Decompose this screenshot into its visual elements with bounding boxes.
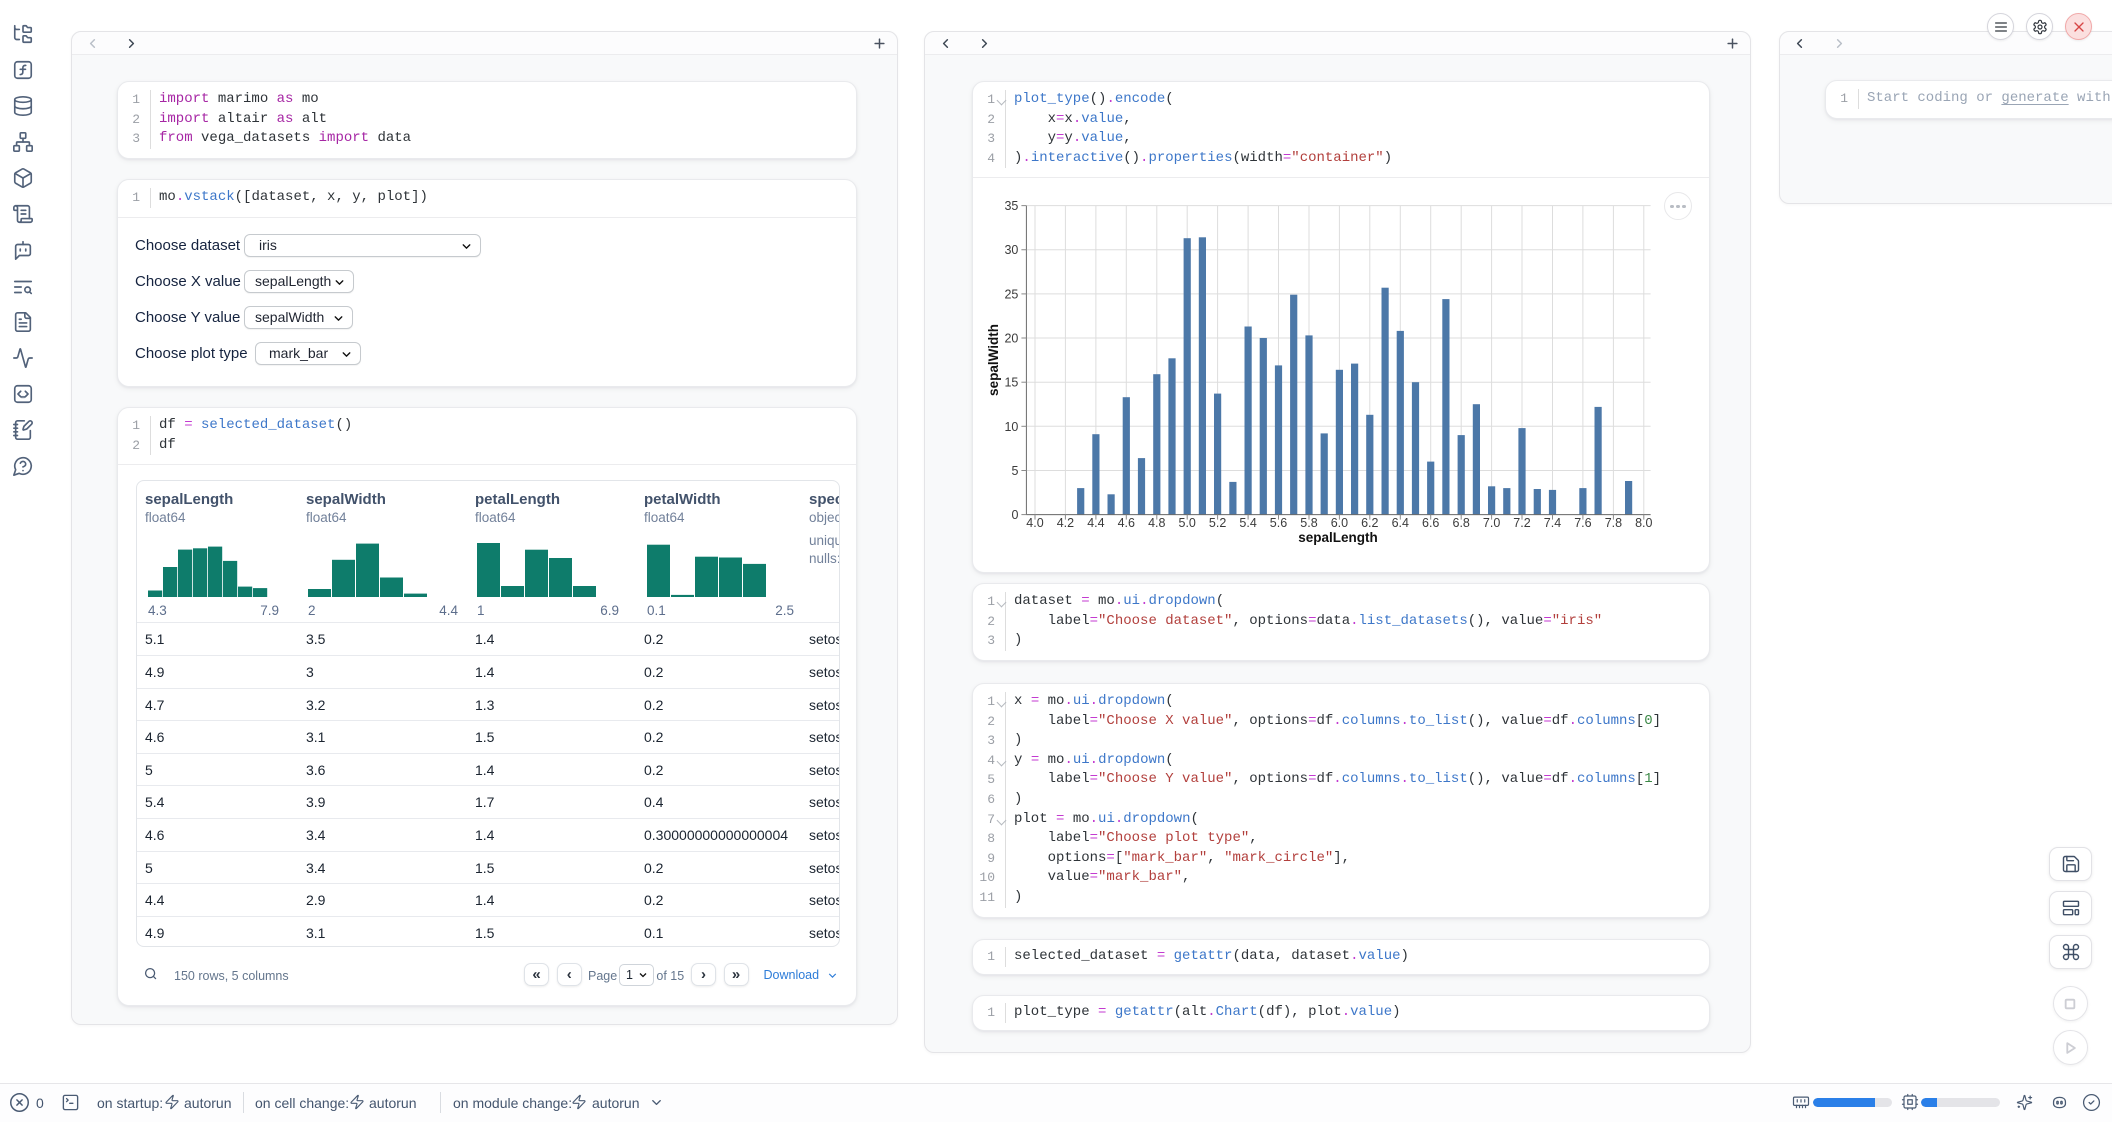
svg-text:6.2: 6.2 (1361, 516, 1378, 530)
svg-text:30: 30 (1004, 244, 1018, 258)
svg-text:4.0: 4.0 (1026, 516, 1043, 530)
svg-text:4.8: 4.8 (1148, 516, 1165, 530)
svg-text:0: 0 (1011, 508, 1018, 522)
svg-text:sepalLength: sepalLength (1298, 530, 1378, 545)
svg-text:7.8: 7.8 (1605, 516, 1622, 530)
svg-text:8.0: 8.0 (1635, 516, 1652, 530)
svg-text:6.4: 6.4 (1392, 516, 1409, 530)
svg-text:6.6: 6.6 (1422, 516, 1439, 530)
svg-text:4.6: 4.6 (1118, 516, 1135, 530)
svg-text:5.0: 5.0 (1179, 516, 1196, 530)
svg-text:20: 20 (1004, 332, 1018, 346)
svg-text:7.6: 7.6 (1574, 516, 1591, 530)
svg-text:6.8: 6.8 (1453, 516, 1470, 530)
svg-text:5: 5 (1011, 464, 1018, 478)
svg-text:5.8: 5.8 (1300, 516, 1317, 530)
svg-text:25: 25 (1004, 288, 1018, 302)
svg-text:6.0: 6.0 (1331, 516, 1348, 530)
svg-text:4.2: 4.2 (1057, 516, 1074, 530)
svg-text:5.6: 5.6 (1270, 516, 1287, 530)
svg-text:4.4: 4.4 (1087, 516, 1104, 530)
svg-text:10: 10 (1004, 420, 1018, 434)
svg-text:7.4: 7.4 (1544, 516, 1561, 530)
svg-text:7.2: 7.2 (1513, 516, 1530, 530)
svg-text:5.4: 5.4 (1239, 516, 1256, 530)
svg-text:sepalWidth: sepalWidth (986, 324, 1001, 396)
svg-text:35: 35 (1004, 199, 1018, 213)
svg-text:7.0: 7.0 (1483, 516, 1500, 530)
svg-text:15: 15 (1004, 376, 1018, 390)
svg-text:5.2: 5.2 (1209, 516, 1226, 530)
